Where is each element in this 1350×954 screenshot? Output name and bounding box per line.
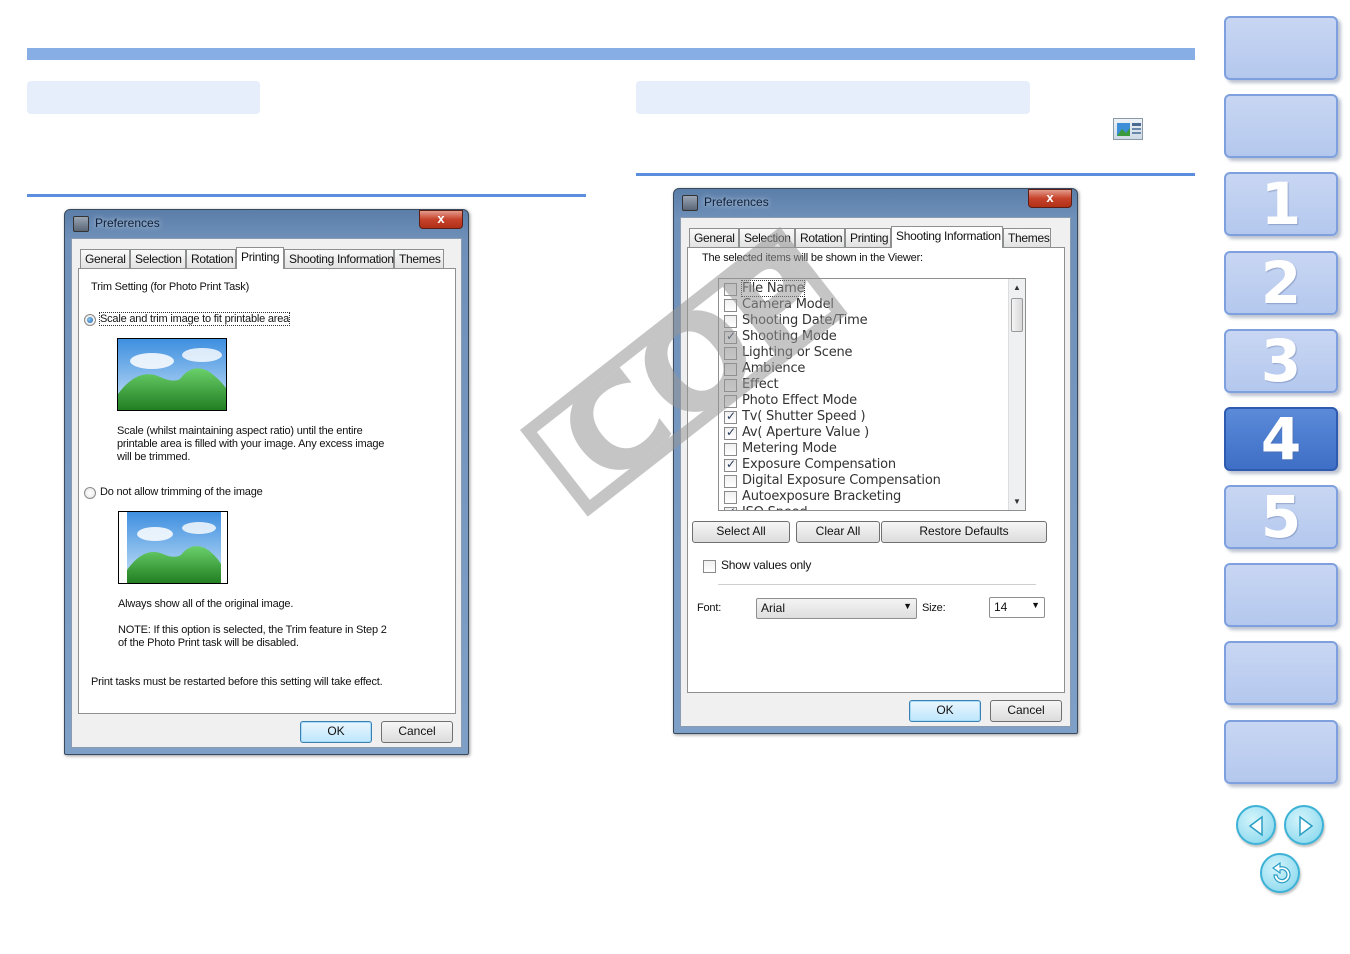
scroll-up-icon[interactable]: ▲ [1013, 283, 1021, 292]
checklist-item-label: Exposure Compensation [742, 457, 896, 472]
preferences-window-printing: Preferences x General Selection Rotation… [64, 209, 469, 755]
font-label: Font: [697, 602, 722, 614]
list-scrollbar[interactable]: ▲ ▼ [1008, 279, 1025, 510]
title-bar: Preferences [65, 210, 468, 238]
checkbox[interactable] [724, 409, 737, 424]
nav-button-contents[interactable] [1224, 16, 1338, 80]
checkbox[interactable] [724, 457, 737, 472]
show-values-only-label: Show values only [721, 558, 812, 572]
trim-radio-scale[interactable] [84, 314, 96, 326]
scroll-down-icon[interactable]: ▼ [1013, 497, 1021, 506]
right-section-rule [636, 173, 1195, 176]
ok-button[interactable]: OK [909, 700, 981, 722]
nav-chapter-5[interactable]: 5 [1224, 485, 1338, 549]
restore-defaults-button[interactable]: Restore Defaults [881, 521, 1047, 543]
option-scale-desc-line3: will be trimmed. [117, 451, 191, 463]
window-title: Preferences [95, 216, 160, 230]
tab-rotation[interactable]: Rotation [795, 228, 845, 247]
return-icon [1271, 861, 1291, 884]
tab-rotation[interactable]: Rotation [186, 249, 236, 268]
cancel-button[interactable]: Cancel [381, 721, 453, 743]
checklist-item-label: Av( Aperture Value ) [742, 425, 869, 440]
nav-chapter-2[interactable]: 2 [1224, 251, 1338, 315]
tab-printing[interactable]: Printing [236, 247, 284, 269]
nav-chapter-1[interactable]: 1 [1224, 172, 1338, 236]
arrow-right-icon [1299, 815, 1314, 837]
nav-chapter-4[interactable]: 4 [1224, 407, 1338, 471]
size-select[interactable]: 14 ▼ [989, 597, 1045, 618]
nav-chapter-3[interactable]: 3 [1224, 329, 1338, 393]
viewer-icon [1113, 118, 1143, 140]
option-none-note-line2: of the Photo Print task will be disabled… [118, 637, 299, 649]
close-button[interactable]: x [419, 210, 463, 229]
nav-button-reference[interactable] [1224, 563, 1338, 627]
next-page-button[interactable] [1284, 805, 1324, 845]
option-scale-desc-line2: printable area is filled with your image… [117, 438, 385, 450]
font-select-value: Arial [761, 601, 786, 615]
left-section-rule [27, 194, 586, 197]
trim-option-none-label[interactable]: Do not allow trimming of the image [100, 486, 263, 498]
checklist-item-label: Autoexposure Bracketing [742, 489, 902, 504]
checkbox[interactable] [724, 475, 737, 488]
option-none-note-line1: NOTE: If this option is selected, the Tr… [118, 624, 387, 636]
tab-themes[interactable]: Themes [1003, 228, 1051, 247]
full-image-preview [118, 511, 228, 584]
top-banner-bar [27, 48, 1195, 60]
checklist-item-label: Tv( Shutter Speed ) [742, 409, 866, 424]
left-section-header [27, 81, 260, 114]
restart-note: Print tasks must be restarted before thi… [91, 676, 383, 688]
ok-button[interactable]: OK [300, 721, 372, 743]
chevron-down-icon: ▼ [1031, 600, 1040, 610]
checklist-item-label: Digital Exposure Compensation [742, 473, 941, 488]
size-select-value: 14 [994, 600, 1008, 614]
select-all-button[interactable]: Select All [692, 521, 790, 543]
scroll-thumb[interactable] [1011, 298, 1023, 332]
trimmed-image-preview [117, 338, 227, 411]
checklist-item-label: Metering Mode [742, 441, 837, 456]
divider [718, 584, 1036, 585]
window-title: Preferences [704, 195, 769, 209]
printing-panel: Trim Setting (for Photo Print Task) Scal… [78, 268, 456, 714]
tab-shooting-information[interactable]: Shooting Information [891, 226, 1003, 248]
dialog-client: General Selection Rotation Printing Shoo… [71, 238, 462, 748]
trim-option-scale-label[interactable]: Scale and trim image to fit printable ar… [98, 312, 291, 326]
checkbox[interactable] [724, 505, 737, 510]
trim-setting-heading: Trim Setting (for Photo Print Task) [91, 281, 250, 293]
nav-button-index-b[interactable] [1224, 720, 1338, 784]
checklist-item-label: ISO Speed [742, 505, 808, 510]
chevron-down-icon: ▼ [903, 601, 912, 611]
tab-themes[interactable]: Themes [394, 249, 444, 268]
trim-radio-none[interactable] [84, 487, 96, 499]
app-icon [682, 195, 698, 211]
tab-general[interactable]: General [689, 228, 739, 247]
right-section-header [636, 81, 1030, 114]
return-button[interactable] [1260, 853, 1300, 893]
option-none-desc: Always show all of the original image. [118, 598, 294, 610]
nav-button-intro[interactable] [1224, 94, 1338, 158]
checkbox[interactable] [724, 425, 737, 440]
tab-selection[interactable]: Selection [130, 249, 186, 268]
checklist-item-label: Photo Effect Mode [742, 393, 857, 408]
show-values-only-box[interactable] [703, 560, 716, 573]
tab-printing[interactable]: Printing [845, 228, 891, 247]
nav-button-index-a[interactable] [1224, 641, 1338, 705]
title-bar: Preferences [674, 189, 1077, 217]
option-scale-desc-line1: Scale (whilst maintaining aspect ratio) … [117, 425, 363, 437]
checkbox[interactable] [724, 443, 737, 456]
app-icon [73, 216, 89, 232]
checkbox[interactable] [724, 491, 737, 504]
arrow-left-icon [1248, 815, 1263, 837]
close-button[interactable]: x [1028, 189, 1072, 208]
previous-page-button[interactable] [1236, 805, 1276, 845]
tab-general[interactable]: General [80, 249, 130, 268]
cancel-button[interactable]: Cancel [990, 700, 1062, 722]
clear-all-button[interactable]: Clear All [796, 521, 880, 543]
size-label: Size: [922, 602, 946, 614]
font-select[interactable]: Arial ▼ [756, 598, 917, 619]
tab-shooting-information[interactable]: Shooting Information [284, 249, 394, 268]
